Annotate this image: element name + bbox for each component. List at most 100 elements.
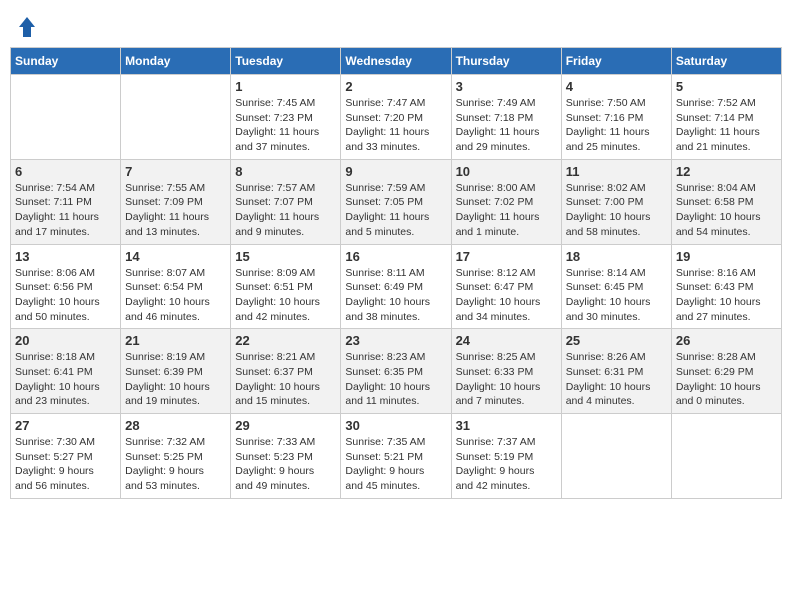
calendar-cell: 10 Sunrise: 8:00 AM Sunset: 7:02 PM Dayli… bbox=[451, 159, 561, 244]
day-info: Sunrise: 8:06 AM Sunset: 6:56 PM Dayligh… bbox=[15, 266, 116, 325]
calendar-cell: 8Sunrise: 7:57 AM Sunset: 7:07 PM Daylig… bbox=[231, 159, 341, 244]
calendar-week-row: 1 Sunrise: 7:45 AM Sunset: 7:23 PM Daylig… bbox=[11, 75, 782, 160]
calendar-cell bbox=[671, 414, 781, 499]
calendar-cell: 9 Sunrise: 7:59 AM Sunset: 7:05 PM Daylig… bbox=[341, 159, 451, 244]
day-info: Sunrise: 7:52 AM Sunset: 7:14 PM Dayligh… bbox=[676, 96, 777, 155]
day-info: Sunrise: 7:54 AM Sunset: 7:11 PM Dayligh… bbox=[15, 181, 116, 240]
day-number: 15 bbox=[235, 249, 336, 264]
calendar-cell: 15 Sunrise: 8:09 AM Sunset: 6:51 PM Dayli… bbox=[231, 244, 341, 329]
calendar-cell: 28 Sunrise: 7:32 AM Sunset: 5:25 PM Dayli… bbox=[121, 414, 231, 499]
day-info: Sunrise: 8:25 AM Sunset: 6:33 PM Dayligh… bbox=[456, 350, 557, 409]
day-number: 21 bbox=[125, 333, 226, 348]
calendar-cell: 5 Sunrise: 7:52 AM Sunset: 7:14 PM Daylig… bbox=[671, 75, 781, 160]
day-of-week-header: Friday bbox=[561, 48, 671, 75]
calendar-cell: 2Sunrise: 7:47 AM Sunset: 7:20 PM Daylig… bbox=[341, 75, 451, 160]
calendar-cell: 17 Sunrise: 8:12 AM Sunset: 6:47 PM Dayli… bbox=[451, 244, 561, 329]
day-info: Sunrise: 8:12 AM Sunset: 6:47 PM Dayligh… bbox=[456, 266, 557, 325]
calendar-cell: 13Sunrise: 8:06 AM Sunset: 6:56 PM Dayli… bbox=[11, 244, 121, 329]
day-info: Sunrise: 7:45 AM Sunset: 7:23 PM Dayligh… bbox=[235, 96, 336, 155]
day-info: Sunrise: 7:50 AM Sunset: 7:16 PM Dayligh… bbox=[566, 96, 667, 155]
day-of-week-header: Wednesday bbox=[341, 48, 451, 75]
day-number: 17 bbox=[456, 249, 557, 264]
calendar-week-row: 13Sunrise: 8:06 AM Sunset: 6:56 PM Dayli… bbox=[11, 244, 782, 329]
day-number: 26 bbox=[676, 333, 777, 348]
day-info: Sunrise: 8:28 AM Sunset: 6:29 PM Dayligh… bbox=[676, 350, 777, 409]
calendar-cell: 11 Sunrise: 8:02 AM Sunset: 7:00 PM Dayli… bbox=[561, 159, 671, 244]
day-info: Sunrise: 7:35 AM Sunset: 5:21 PM Dayligh… bbox=[345, 435, 446, 494]
day-number: 24 bbox=[456, 333, 557, 348]
day-number: 28 bbox=[125, 418, 226, 433]
calendar-cell: 22 Sunrise: 8:21 AM Sunset: 6:37 PM Dayli… bbox=[231, 329, 341, 414]
calendar-cell: 23 Sunrise: 8:23 AM Sunset: 6:35 PM Dayli… bbox=[341, 329, 451, 414]
day-info: Sunrise: 8:04 AM Sunset: 6:58 PM Dayligh… bbox=[676, 181, 777, 240]
day-number: 22 bbox=[235, 333, 336, 348]
calendar-cell: 12 Sunrise: 8:04 AM Sunset: 6:58 PM Dayli… bbox=[671, 159, 781, 244]
day-info: Sunrise: 8:23 AM Sunset: 6:35 PM Dayligh… bbox=[345, 350, 446, 409]
day-info: Sunrise: 8:14 AM Sunset: 6:45 PM Dayligh… bbox=[566, 266, 667, 325]
calendar-cell: 27Sunrise: 7:30 AM Sunset: 5:27 PM Dayli… bbox=[11, 414, 121, 499]
day-info: Sunrise: 8:02 AM Sunset: 7:00 PM Dayligh… bbox=[566, 181, 667, 240]
day-number: 9 bbox=[345, 164, 446, 179]
day-info: Sunrise: 8:19 AM Sunset: 6:39 PM Dayligh… bbox=[125, 350, 226, 409]
logo-icon bbox=[17, 15, 37, 39]
day-info: Sunrise: 7:32 AM Sunset: 5:25 PM Dayligh… bbox=[125, 435, 226, 494]
calendar-week-row: 20 Sunrise: 8:18 AM Sunset: 6:41 PM Dayli… bbox=[11, 329, 782, 414]
calendar-cell: 31Sunrise: 7:37 AM Sunset: 5:19 PM Dayli… bbox=[451, 414, 561, 499]
calendar-cell: 20 Sunrise: 8:18 AM Sunset: 6:41 PM Dayli… bbox=[11, 329, 121, 414]
day-number: 5 bbox=[676, 79, 777, 94]
day-number: 16 bbox=[345, 249, 446, 264]
day-info: Sunrise: 8:07 AM Sunset: 6:54 PM Dayligh… bbox=[125, 266, 226, 325]
day-number: 12 bbox=[676, 164, 777, 179]
calendar-cell: 18 Sunrise: 8:14 AM Sunset: 6:45 PM Dayli… bbox=[561, 244, 671, 329]
day-number: 7 bbox=[125, 164, 226, 179]
calendar-cell: 29Sunrise: 7:33 AM Sunset: 5:23 PM Dayli… bbox=[231, 414, 341, 499]
calendar-cell: 19Sunrise: 8:16 AM Sunset: 6:43 PM Dayli… bbox=[671, 244, 781, 329]
calendar-week-row: 27Sunrise: 7:30 AM Sunset: 5:27 PM Dayli… bbox=[11, 414, 782, 499]
day-info: Sunrise: 7:59 AM Sunset: 7:05 PM Dayligh… bbox=[345, 181, 446, 240]
day-info: Sunrise: 7:55 AM Sunset: 7:09 PM Dayligh… bbox=[125, 181, 226, 240]
day-info: Sunrise: 8:09 AM Sunset: 6:51 PM Dayligh… bbox=[235, 266, 336, 325]
day-of-week-header: Tuesday bbox=[231, 48, 341, 75]
day-number: 23 bbox=[345, 333, 446, 348]
day-number: 18 bbox=[566, 249, 667, 264]
day-of-week-header: Thursday bbox=[451, 48, 561, 75]
page-header bbox=[10, 10, 782, 39]
calendar-cell: 6 Sunrise: 7:54 AM Sunset: 7:11 PM Daylig… bbox=[11, 159, 121, 244]
day-number: 27 bbox=[15, 418, 116, 433]
day-info: Sunrise: 8:00 AM Sunset: 7:02 PM Dayligh… bbox=[456, 181, 557, 240]
calendar-cell: 16 Sunrise: 8:11 AM Sunset: 6:49 PM Dayli… bbox=[341, 244, 451, 329]
day-number: 14 bbox=[125, 249, 226, 264]
calendar-cell: 1 Sunrise: 7:45 AM Sunset: 7:23 PM Daylig… bbox=[231, 75, 341, 160]
day-number: 25 bbox=[566, 333, 667, 348]
day-of-week-header: Sunday bbox=[11, 48, 121, 75]
day-number: 10 bbox=[456, 164, 557, 179]
calendar-week-row: 6 Sunrise: 7:54 AM Sunset: 7:11 PM Daylig… bbox=[11, 159, 782, 244]
day-number: 3 bbox=[456, 79, 557, 94]
day-info: Sunrise: 7:49 AM Sunset: 7:18 PM Dayligh… bbox=[456, 96, 557, 155]
day-number: 8 bbox=[235, 164, 336, 179]
calendar-header-row: SundayMondayTuesdayWednesdayThursdayFrid… bbox=[11, 48, 782, 75]
calendar-table: SundayMondayTuesdayWednesdayThursdayFrid… bbox=[10, 47, 782, 499]
day-info: Sunrise: 7:37 AM Sunset: 5:19 PM Dayligh… bbox=[456, 435, 557, 494]
day-number: 20 bbox=[15, 333, 116, 348]
calendar-cell: 30 Sunrise: 7:35 AM Sunset: 5:21 PM Dayli… bbox=[341, 414, 451, 499]
calendar-cell: 24 Sunrise: 8:25 AM Sunset: 6:33 PM Dayli… bbox=[451, 329, 561, 414]
day-number: 30 bbox=[345, 418, 446, 433]
calendar-cell: 7 Sunrise: 7:55 AM Sunset: 7:09 PM Daylig… bbox=[121, 159, 231, 244]
day-info: Sunrise: 8:11 AM Sunset: 6:49 PM Dayligh… bbox=[345, 266, 446, 325]
day-number: 11 bbox=[566, 164, 667, 179]
logo bbox=[15, 15, 37, 39]
day-info: Sunrise: 8:18 AM Sunset: 6:41 PM Dayligh… bbox=[15, 350, 116, 409]
calendar-cell: 26 Sunrise: 8:28 AM Sunset: 6:29 PM Dayli… bbox=[671, 329, 781, 414]
calendar-cell bbox=[561, 414, 671, 499]
day-number: 2 bbox=[345, 79, 446, 94]
day-info: Sunrise: 8:26 AM Sunset: 6:31 PM Dayligh… bbox=[566, 350, 667, 409]
calendar-cell: 3 Sunrise: 7:49 AM Sunset: 7:18 PM Daylig… bbox=[451, 75, 561, 160]
day-number: 1 bbox=[235, 79, 336, 94]
calendar-cell bbox=[121, 75, 231, 160]
day-info: Sunrise: 8:21 AM Sunset: 6:37 PM Dayligh… bbox=[235, 350, 336, 409]
calendar-cell: 14 Sunrise: 8:07 AM Sunset: 6:54 PM Dayli… bbox=[121, 244, 231, 329]
day-number: 6 bbox=[15, 164, 116, 179]
day-number: 29 bbox=[235, 418, 336, 433]
day-number: 19 bbox=[676, 249, 777, 264]
